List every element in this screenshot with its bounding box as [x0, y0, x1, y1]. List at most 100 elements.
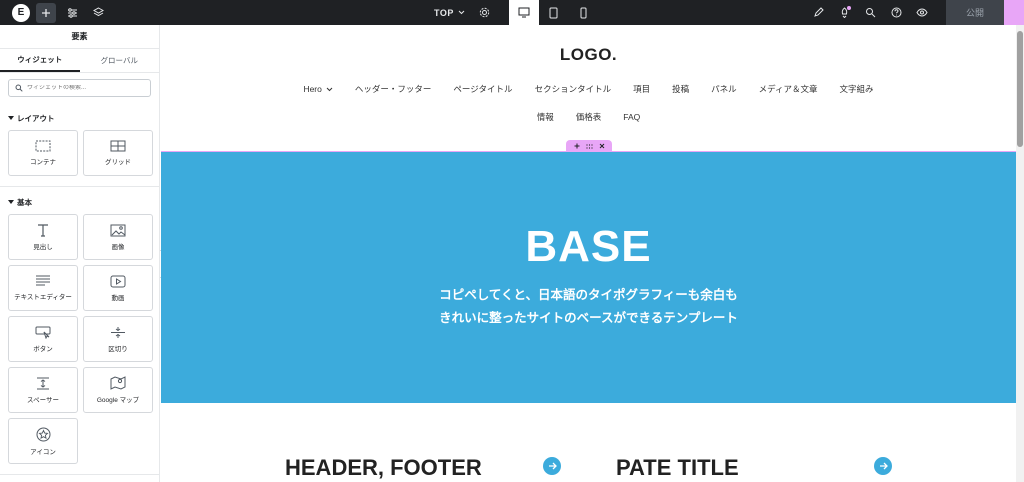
nav-item[interactable]: ページタイトル	[442, 75, 523, 103]
close-icon[interactable]	[599, 143, 605, 149]
page-name: TOP	[434, 7, 454, 18]
caret-down-icon	[8, 116, 14, 120]
tab-global[interactable]: グローバル	[80, 49, 160, 72]
add-section-icon[interactable]	[574, 143, 580, 149]
hero-section[interactable]: BASE コピペしてくと、日本語のタイポグラフィーも余白も きれいに整ったサイト…	[161, 151, 1016, 403]
help-icon	[891, 7, 901, 18]
tablet-view-button[interactable]	[539, 0, 569, 25]
desktop-view-button[interactable]	[508, 0, 539, 25]
hero-subtitle[interactable]: コピペしてくと、日本語のタイポグラフィーも余白も きれいに整ったサイトのベースが…	[161, 284, 1016, 330]
nav-item[interactable]: パネル	[700, 75, 748, 103]
gear-icon	[480, 7, 490, 18]
widget-image[interactable]: 画像	[83, 214, 153, 260]
nav-item[interactable]: FAQ	[612, 103, 651, 131]
hero-title[interactable]: BASE	[161, 152, 1016, 272]
topbar-left: E	[0, 2, 108, 23]
text-editor-icon	[36, 275, 50, 286]
nav-label: Hero	[303, 84, 322, 94]
nav-item[interactable]: 価格表	[565, 103, 613, 131]
canvas-scrollbar[interactable]	[1016, 25, 1024, 482]
mobile-icon	[580, 7, 587, 18]
nav-item[interactable]: メディア＆文章	[748, 75, 829, 103]
panel-title: 要素	[0, 25, 159, 49]
arrow-right-icon[interactable]	[874, 457, 892, 475]
layers-icon	[92, 7, 104, 17]
nav-item[interactable]: 項目	[622, 75, 661, 103]
container-icon	[35, 140, 51, 152]
widget-label: 見出し	[33, 244, 53, 251]
widget-label: 画像	[111, 243, 125, 251]
nav-item-hero[interactable]: Hero	[292, 75, 343, 103]
editor-topbar: E TOP 公開	[0, 0, 1024, 25]
page-selector[interactable]: TOP	[424, 8, 475, 18]
preview-button[interactable]	[912, 3, 932, 23]
widget-divider[interactable]: 区切り	[83, 316, 153, 362]
mobile-view-button[interactable]	[569, 0, 599, 25]
map-icon	[110, 376, 126, 390]
structure-button[interactable]	[88, 3, 108, 23]
cards-row: HEADER, FOOTER PATE TITLE	[161, 403, 1016, 482]
page-settings-button[interactable]	[475, 3, 495, 23]
widget-heading[interactable]: 見出し	[8, 214, 78, 260]
editor-canvas: LOGO. Hero ヘッダー・フッター ページタイトル セクションタイトル 項…	[161, 25, 1016, 482]
widget-label: グリッド	[105, 159, 131, 166]
chevron-down-icon	[326, 87, 333, 91]
divider-icon	[111, 326, 125, 338]
tab-widgets[interactable]: ウィジェット	[0, 49, 80, 72]
widget-button[interactable]: ボタン	[8, 316, 78, 362]
notifications-button[interactable]	[834, 3, 854, 23]
widget-icon[interactable]: アイコン	[8, 418, 78, 464]
search-button[interactable]	[860, 3, 880, 23]
nav-item[interactable]: セクションタイトル	[524, 75, 623, 103]
heading-icon	[38, 224, 48, 237]
section-handle[interactable]	[566, 140, 612, 152]
layout-section-heading[interactable]: レイアウト	[0, 103, 159, 130]
sliders-icon	[67, 7, 77, 18]
plus-icon	[42, 8, 50, 17]
widget-google-map[interactable]: Google マップ	[83, 367, 153, 413]
card-page-title[interactable]: PATE TITLE	[616, 455, 739, 481]
elementor-logo-icon[interactable]: E	[12, 3, 30, 22]
help-button[interactable]	[886, 3, 906, 23]
edit-tool-button[interactable]	[808, 3, 828, 23]
drag-handle-icon[interactable]	[585, 143, 593, 149]
nav-item[interactable]: ヘッダー・フッター	[344, 75, 443, 103]
star-icon	[36, 427, 50, 441]
arrow-right-icon[interactable]	[543, 457, 561, 475]
widget-text-editor[interactable]: テキストエディター	[8, 265, 78, 311]
widget-label: スペーサー	[27, 396, 59, 404]
basic-widgets-grid: 見出し 画像 テキストエディター 動画 ボタン 区切り スペーサー Google…	[0, 214, 159, 464]
card-header-footer[interactable]: HEADER, FOOTER	[285, 455, 482, 481]
nav-item[interactable]: 投稿	[661, 75, 700, 103]
layout-widgets-grid: コンテナ グリッド	[0, 130, 159, 176]
widget-label: Google マップ	[96, 397, 140, 404]
scrollbar-thumb[interactable]	[1017, 31, 1023, 147]
video-icon	[110, 275, 126, 287]
search-input[interactable]	[27, 85, 147, 91]
hero-subtitle-line: きれいに整ったサイトのベースができるテンプレート	[439, 311, 738, 325]
widget-grid[interactable]: グリッド	[83, 130, 153, 176]
button-icon	[35, 326, 51, 339]
site-settings-button[interactable]	[62, 3, 82, 23]
add-element-button[interactable]	[36, 2, 56, 23]
widget-search[interactable]	[8, 79, 151, 97]
widget-label: 区切り	[108, 345, 128, 353]
spacer-icon	[37, 377, 49, 389]
nav-item[interactable]: 情報	[526, 103, 565, 131]
notification-dot	[847, 5, 851, 10]
site-logo[interactable]: LOGO.	[161, 25, 1016, 65]
widget-spacer[interactable]: スペーサー	[8, 367, 78, 413]
publish-button[interactable]: 公開	[946, 0, 1004, 25]
widget-label: テキストエディター	[14, 294, 72, 301]
basic-heading-label: 基本	[17, 198, 32, 207]
widget-container[interactable]: コンテナ	[8, 130, 78, 176]
tablet-icon	[549, 7, 558, 18]
nav-item[interactable]: 文字組み	[829, 75, 885, 103]
search-icon	[865, 8, 875, 18]
hero-subtitle-line: コピペしてくと、日本語のタイポグラフィーも余白も	[439, 288, 738, 302]
card-title: PATE TITLE	[616, 455, 739, 480]
topbar-pink-strip	[1004, 0, 1024, 25]
widget-video[interactable]: 動画	[83, 265, 153, 311]
elements-panel: 要素 ウィジェット グローバル レイアウト コンテナ グリッド 基本 見出し	[0, 25, 160, 482]
basic-section-heading[interactable]: 基本	[0, 187, 159, 214]
